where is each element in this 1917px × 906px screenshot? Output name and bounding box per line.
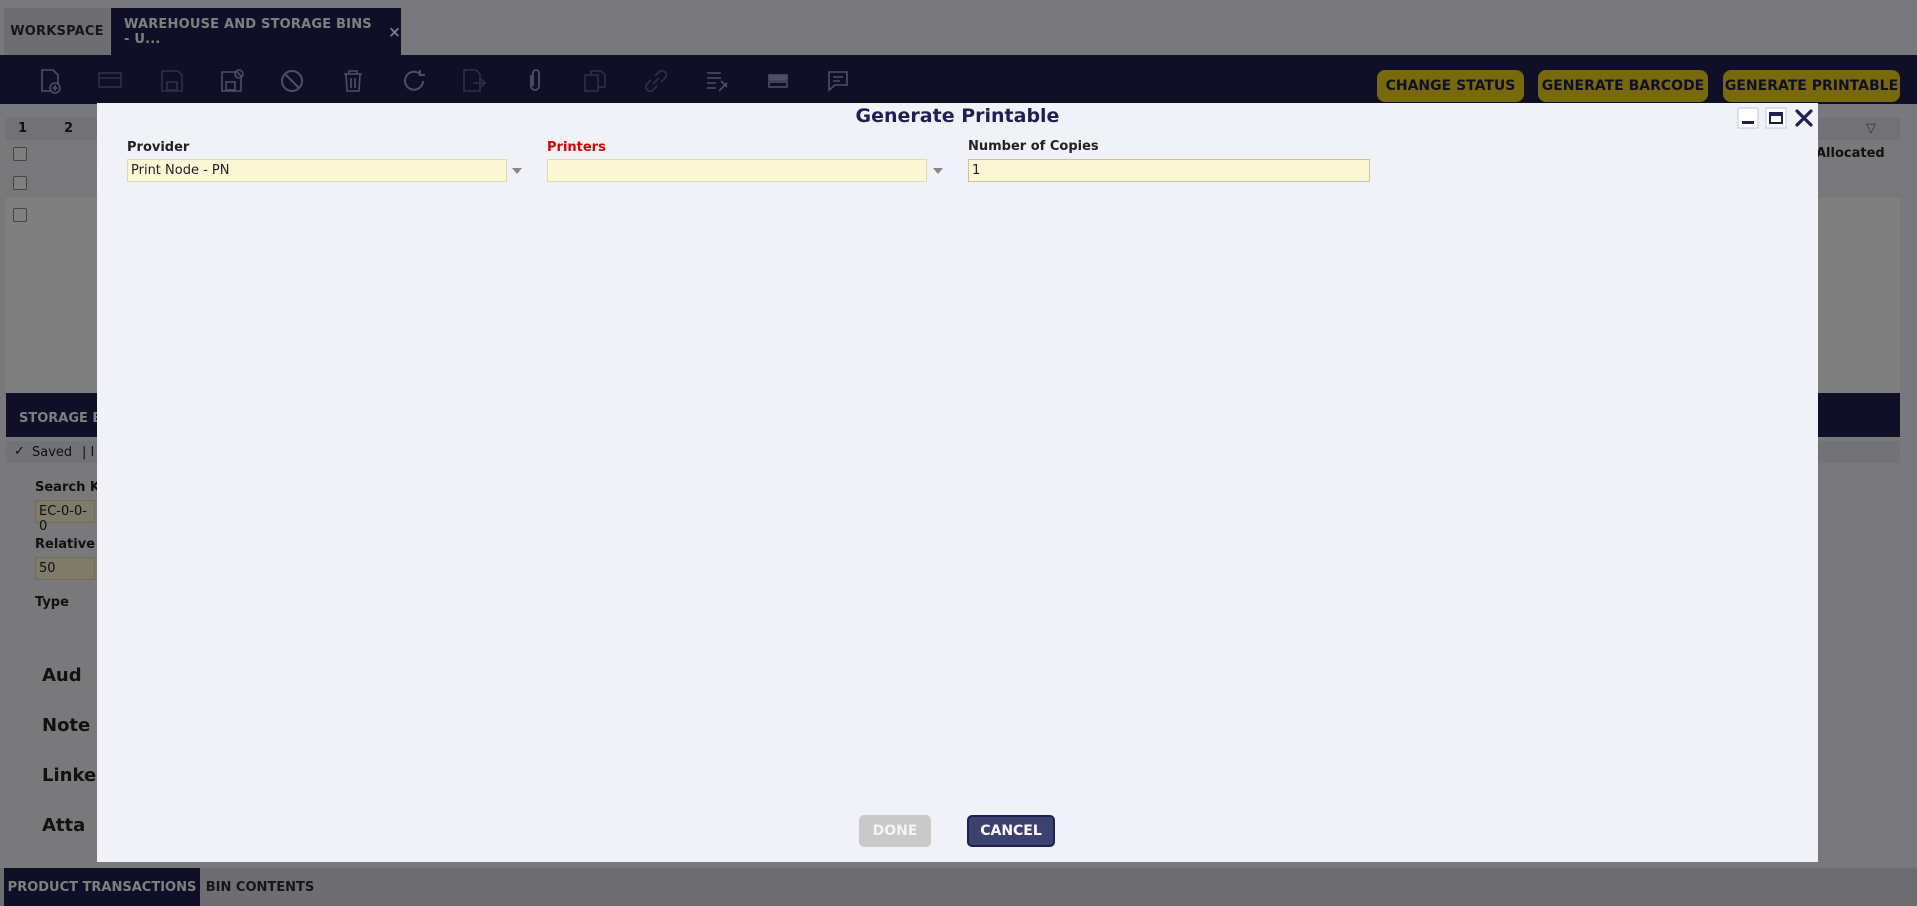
cancel-button[interactable]: CANCEL: [967, 815, 1055, 847]
printers-combobox[interactable]: [547, 159, 927, 182]
close-dialog-icon[interactable]: [1793, 107, 1815, 129]
provider-dropdown-icon[interactable]: [512, 168, 522, 174]
printers-label: Printers: [547, 140, 606, 155]
provider-combobox[interactable]: Print Node - PN: [127, 159, 507, 182]
printers-dropdown-icon[interactable]: [933, 168, 943, 174]
provider-label: Provider: [127, 140, 190, 155]
dialog-title: Generate Printable: [855, 105, 1060, 127]
cancel-label: CANCEL: [980, 823, 1042, 839]
generate-printable-dialog: Generate Printable Provider Print Node -…: [97, 103, 1818, 862]
maximize-icon[interactable]: [1765, 107, 1787, 129]
copies-label: Number of Copies: [968, 139, 1099, 154]
done-label: DONE: [872, 823, 918, 839]
minimize-icon[interactable]: [1737, 107, 1759, 129]
done-button[interactable]: DONE: [859, 815, 931, 847]
copies-field[interactable]: 1: [968, 159, 1370, 182]
